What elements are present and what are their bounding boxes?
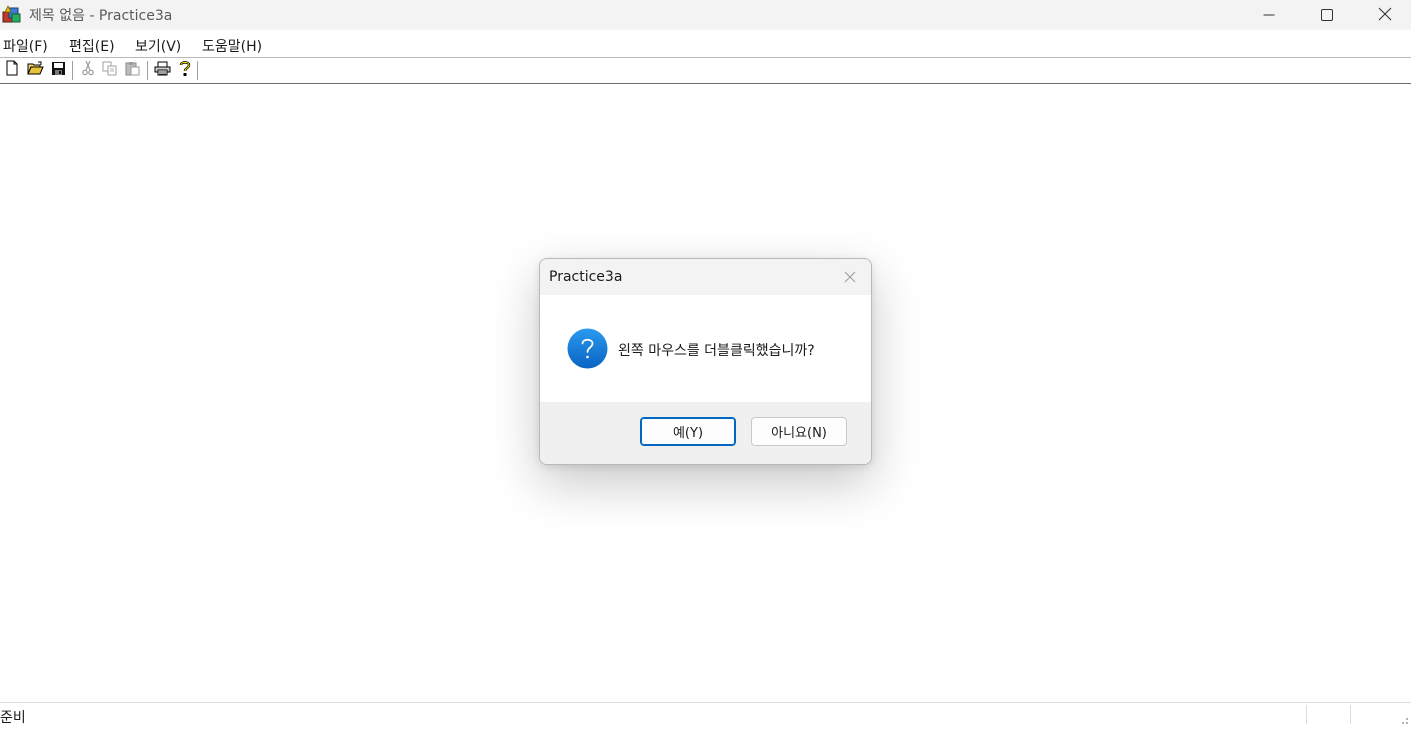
toolbar-separator bbox=[72, 61, 73, 80]
close-icon bbox=[844, 268, 856, 287]
menu-help[interactable]: 도움말(H) bbox=[202, 36, 262, 56]
new-file-icon bbox=[5, 60, 19, 80]
status-bar: 준비 bbox=[0, 702, 1411, 726]
toolbar bbox=[0, 57, 1411, 85]
no-button[interactable]: 아니요(N) bbox=[751, 417, 847, 446]
main-window: 제목 없음 - Practice3a 파일(F) 편집(E) 보기(V) 도움말… bbox=[0, 0, 1411, 726]
help-icon bbox=[178, 60, 192, 81]
new-file-button[interactable] bbox=[3, 60, 21, 80]
open-folder-icon bbox=[26, 61, 44, 80]
menu-bar: 파일(F) 편집(E) 보기(V) 도움말(H) bbox=[0, 33, 1411, 57]
minimize-icon bbox=[1263, 6, 1275, 25]
cut-icon bbox=[81, 60, 95, 80]
print-button[interactable] bbox=[153, 61, 171, 79]
minimize-button[interactable] bbox=[1240, 0, 1298, 30]
copy-button[interactable] bbox=[101, 61, 119, 79]
dialog-footer: 예(Y) 아니요(N) bbox=[540, 402, 871, 464]
status-pane-divider bbox=[1350, 705, 1351, 724]
toolbar-separator bbox=[147, 61, 148, 80]
close-button[interactable] bbox=[1356, 0, 1411, 30]
paste-button[interactable] bbox=[124, 61, 142, 79]
save-icon bbox=[51, 61, 66, 80]
question-icon bbox=[567, 328, 608, 369]
message-dialog: Practice3a 왼쪽 마우스를 더블클릭했습니까? 예(Y) 아니요(N) bbox=[539, 258, 872, 465]
dialog-body: 왼쪽 마우스를 더블클릭했습니까? bbox=[540, 295, 871, 402]
maximize-button[interactable] bbox=[1298, 0, 1356, 30]
help-button[interactable] bbox=[176, 60, 194, 81]
dialog-title: Practice3a bbox=[549, 269, 623, 285]
toolbar-separator bbox=[197, 61, 198, 80]
app-icon[interactable] bbox=[2, 4, 22, 24]
menu-file[interactable]: 파일(F) bbox=[3, 36, 48, 56]
menu-edit[interactable]: 편집(E) bbox=[69, 36, 115, 56]
dialog-close-button[interactable] bbox=[836, 267, 864, 287]
maximize-icon bbox=[1321, 6, 1333, 25]
menu-view[interactable]: 보기(V) bbox=[135, 36, 181, 56]
save-button[interactable] bbox=[49, 61, 67, 79]
status-text: 준비 bbox=[0, 710, 26, 726]
cut-button[interactable] bbox=[79, 60, 97, 80]
title-bar[interactable]: 제목 없음 - Practice3a bbox=[0, 0, 1411, 30]
yes-button[interactable]: 예(Y) bbox=[640, 417, 736, 446]
open-button[interactable] bbox=[26, 61, 44, 79]
dialog-title-bar[interactable]: Practice3a bbox=[540, 259, 871, 295]
paste-icon bbox=[125, 61, 141, 80]
copy-icon bbox=[102, 61, 118, 80]
resize-grip-icon[interactable] bbox=[1397, 710, 1409, 729]
status-pane-divider bbox=[1306, 705, 1307, 724]
window-title: 제목 없음 - Practice3a bbox=[29, 8, 173, 24]
close-icon bbox=[1378, 6, 1392, 25]
print-icon bbox=[154, 61, 171, 80]
dialog-message: 왼쪽 마우스를 더블클릭했습니까? bbox=[618, 343, 815, 359]
